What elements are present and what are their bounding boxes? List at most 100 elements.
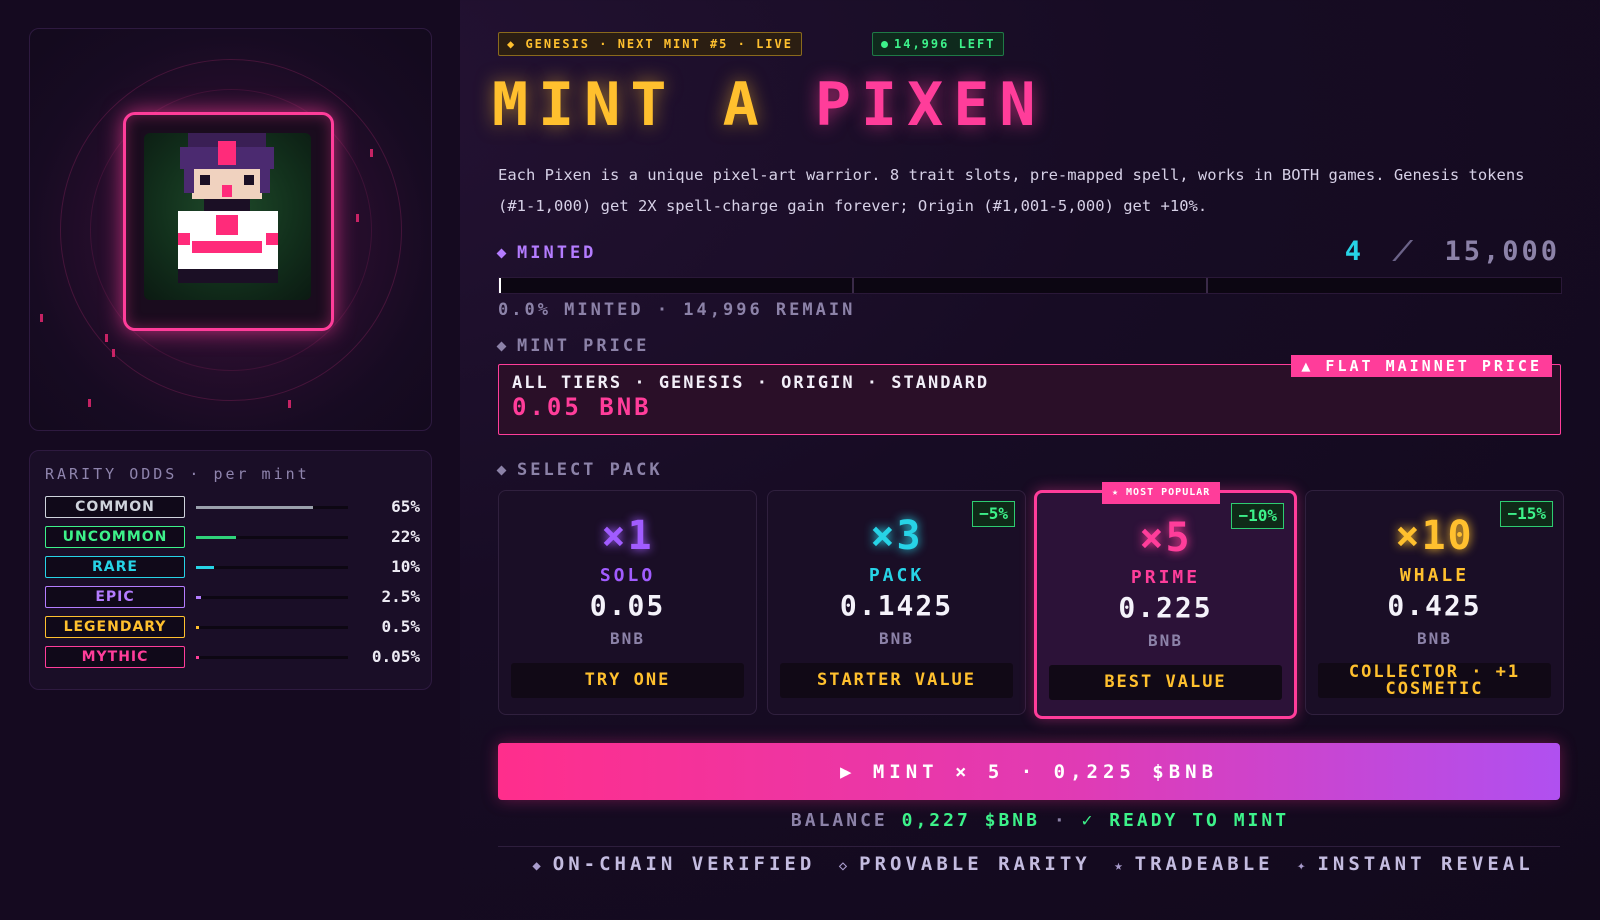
rarity-bar-track <box>196 506 348 509</box>
series-status-pill: ◆ GENESIS · NEXT MINT #5 · LIVE <box>498 32 802 56</box>
pack-quantity: ×10 <box>1395 513 1474 559</box>
spark <box>40 314 43 322</box>
rarity-title-text: RARITY ODDS <box>45 465 178 483</box>
rarity-tier-badge: EPIC <box>45 586 185 608</box>
feature-tradeable: TRADEABLE <box>1134 853 1274 875</box>
left-column: RARITY ODDS · per mint COMMON 65% UNCOMMON… <box>0 0 460 920</box>
rarity-percentage: 0.05% <box>371 647 420 666</box>
select-pack-label-text: SELECT PACK <box>517 460 663 480</box>
price-tiers: ALL TIERS · GENESIS · ORIGIN · STANDARD <box>512 373 990 393</box>
pack-unit: BNB <box>879 629 914 648</box>
pack-quantity: ×3 <box>870 513 923 559</box>
rarity-odds-panel: RARITY ODDS · per mint COMMON 65% UNCOMMON… <box>29 450 432 690</box>
minted-label: MINTED <box>496 243 597 263</box>
pack-unit: BNB <box>1417 629 1452 648</box>
rarity-bar-fill <box>196 656 199 659</box>
spark <box>112 349 115 357</box>
rarity-bar-track <box>196 566 348 569</box>
balance-line: BALANCE 0,227 $BNB · ✓ READY TO MINT <box>0 810 1600 831</box>
pack-cta-label: COLLECTOR · +1 COSMETIC <box>1318 663 1551 698</box>
mint-price-box: ALL TIERS · GENESIS · ORIGIN · STANDARD … <box>498 355 1561 435</box>
rarity-bar-track <box>196 626 348 629</box>
feature-rarity: PROVABLE RARITY <box>859 853 1091 875</box>
minted-count-value: 4 <box>1344 236 1365 267</box>
spark <box>105 334 108 342</box>
remaining-pill: 14,996 LEFT <box>872 32 1005 56</box>
rarity-bar-fill <box>196 596 201 599</box>
rarity-percentage: 22% <box>391 527 420 546</box>
rarity-bar-fill <box>196 536 236 539</box>
rarity-bar-fill <box>196 506 313 509</box>
pack-card-solo[interactable]: ×1 SOLO 0.05 BNB TRY ONE <box>498 490 757 715</box>
mint-button[interactable]: ▶ MINT × 5 · 0,225 $BNB <box>498 743 1560 800</box>
rarity-percentage: 2.5% <box>381 587 420 606</box>
title-mint-text: MINT A <box>492 70 769 140</box>
rarity-row: EPIC 2.5% <box>45 586 425 610</box>
minted-total-value: 15,000 <box>1444 236 1560 267</box>
minted-count-separator: ⟋ <box>1393 236 1416 267</box>
diamond-icon <box>496 341 507 351</box>
pack-price: 0.05 <box>589 589 666 622</box>
sparkle-icon: ✦ <box>1297 858 1310 874</box>
rarity-bar-track <box>196 656 348 659</box>
pack-quantity: ×1 <box>601 513 654 559</box>
pixen-preview-panel <box>29 28 432 431</box>
balance-value: 0,227 $BNB <box>901 810 1040 831</box>
rarity-tier-badge: LEGENDARY <box>45 616 185 638</box>
flat-price-badge: ▲ FLAT MAINNET PRICE <box>1291 355 1552 377</box>
rarity-percentage: 10% <box>391 557 420 576</box>
rarity-tier-badge: MYTHIC <box>45 646 185 668</box>
live-dot-icon <box>881 41 888 48</box>
pack-card-whale[interactable]: −15% ×10 WHALE 0.425 BNB COLLECTOR · +1 COSME… <box>1305 490 1564 715</box>
rarity-bar-fill <box>196 566 214 569</box>
rarity-bar-track <box>196 596 348 599</box>
spark <box>356 214 359 222</box>
pack-card-pack[interactable]: −5% ×3 PACK 0.1425 BNB STARTER VALUE <box>767 490 1026 715</box>
pack-price: 0.1425 <box>839 589 954 622</box>
rarity-row: COMMON 65% <box>45 496 425 520</box>
pixen-card <box>123 112 334 331</box>
rarity-row: UNCOMMON 22% <box>45 526 425 550</box>
pack-card-prime[interactable]: ★ MOST POPULAR −10% ×5 PRIME 0.225 BNB BEST VA… <box>1034 482 1297 719</box>
pack-name: PRIME <box>1130 567 1201 588</box>
pack-unit: BNB <box>1148 631 1183 650</box>
rarity-subtitle-text: per mint <box>213 465 310 483</box>
mint-progress-fill <box>499 278 501 293</box>
ready-status: ✓ READY TO MINT <box>1081 810 1290 831</box>
diamond-icon: ◆ <box>532 858 545 874</box>
rarity-percentage: 0.5% <box>381 617 420 636</box>
spark <box>288 400 291 408</box>
rarity-row: MYTHIC 0.05% <box>45 646 425 670</box>
balance-separator: · <box>1053 810 1068 831</box>
diamond-icon <box>496 465 507 475</box>
mint-price-label: MINT PRICE <box>496 336 650 356</box>
rarity-tier-badge: COMMON <box>45 496 185 518</box>
select-pack-label: SELECT PACK <box>496 460 663 480</box>
rarity-row: LEGENDARY 0.5% <box>45 616 425 640</box>
pack-price: 0.425 <box>1387 589 1482 622</box>
rarity-bar-fill <box>196 626 199 629</box>
mint-progress-bar <box>498 277 1562 294</box>
pack-name: WHALE <box>1399 565 1470 586</box>
feature-onchain: ON-CHAIN VERIFIED <box>552 853 816 875</box>
pack-cta-label: TRY ONE <box>511 663 744 698</box>
pack-cta-label: STARTER VALUE <box>780 663 1013 698</box>
progress-tick <box>1206 278 1208 293</box>
rarity-percentage: 65% <box>391 497 420 516</box>
footer-divider <box>498 846 1560 847</box>
balance-label: BALANCE <box>790 810 888 831</box>
title-pixen-text: PIXEN <box>814 70 1046 140</box>
description: Each Pixen is a unique pixel-art warrior… <box>498 166 1525 215</box>
rarity-bar-track <box>196 536 348 539</box>
minted-label-text: MINTED <box>517 243 597 263</box>
price-value: 0.05 BNB <box>512 393 652 421</box>
pack-name: SOLO <box>599 565 656 586</box>
feature-list: ◆ ON-CHAIN VERIFIED ◇ PROVABLE RARITY ★ TRA… <box>498 853 1560 875</box>
diamond-icon <box>496 248 507 258</box>
rarity-row: RARE 10% <box>45 556 425 580</box>
remaining-pill-text: 14,996 LEFT <box>894 37 996 51</box>
mint-price-label-text: MINT PRICE <box>517 336 650 356</box>
page-title: MINT A PIXEN <box>492 70 1046 140</box>
spark <box>370 149 373 157</box>
pack-price: 0.225 <box>1118 591 1213 624</box>
